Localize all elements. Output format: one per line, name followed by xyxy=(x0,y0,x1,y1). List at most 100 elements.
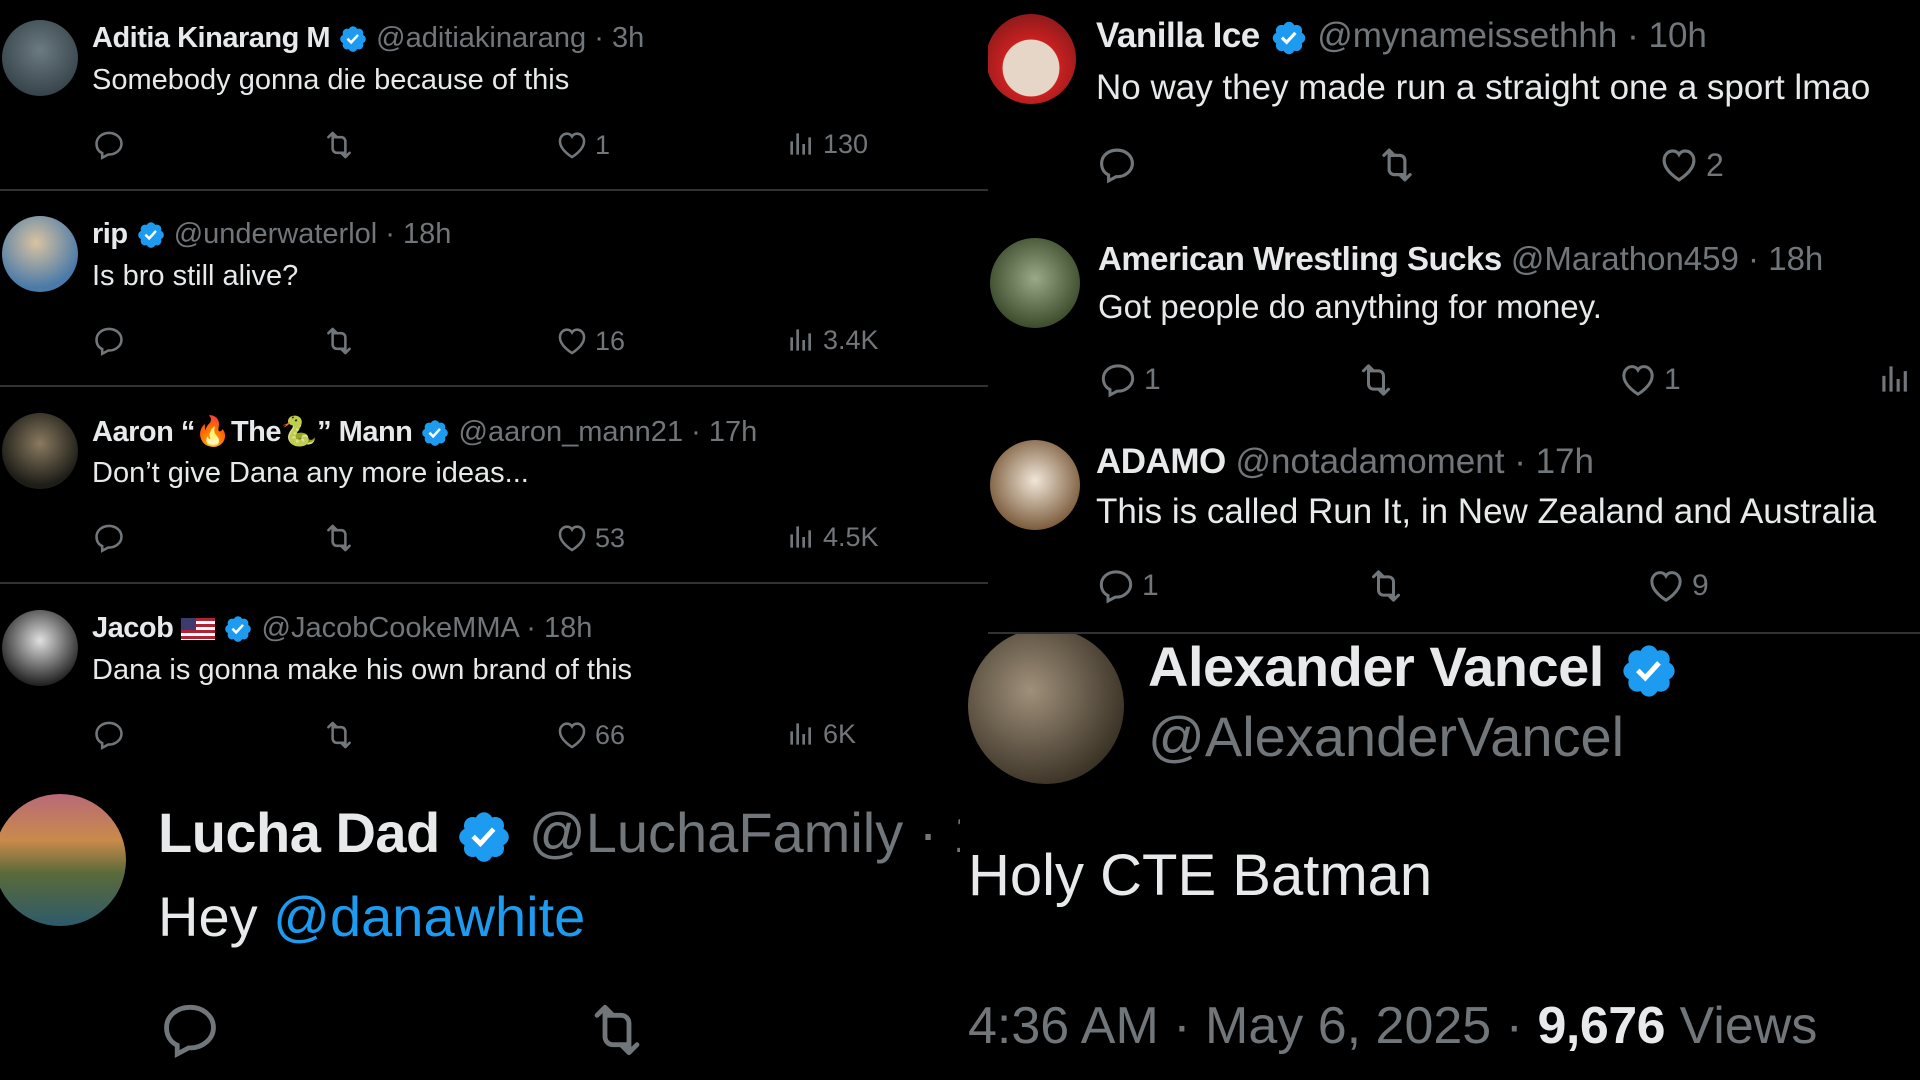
divider xyxy=(0,385,990,387)
reply-count: 1 xyxy=(1144,363,1161,396)
like-button[interactable]: 1 xyxy=(555,128,610,162)
display-name[interactable]: Vanilla Ice xyxy=(1096,16,1260,55)
like-icon xyxy=(1658,144,1700,186)
tweet-vanilla-ice[interactable]: Vanilla Ice @mynameissethhh · 10h No way… xyxy=(988,0,1920,215)
like-button[interactable]: 53 xyxy=(555,521,625,555)
avatar[interactable] xyxy=(2,610,78,686)
handle[interactable]: @notadamoment xyxy=(1235,442,1504,481)
avatar[interactable] xyxy=(0,794,126,926)
avatar[interactable] xyxy=(2,216,78,292)
tweet-text: Got people do anything for money. xyxy=(1098,288,1602,325)
retweet-button[interactable] xyxy=(1356,360,1396,400)
reply-count: 1 xyxy=(1142,569,1159,602)
avatar[interactable] xyxy=(2,20,78,96)
reply-button[interactable] xyxy=(92,521,126,555)
display-name[interactable]: American Wrestling Sucks xyxy=(1098,240,1502,277)
like-button[interactable]: 66 xyxy=(555,718,625,752)
like-button[interactable]: 16 xyxy=(555,324,625,358)
avatar[interactable] xyxy=(988,14,1076,104)
retweet-icon xyxy=(1366,566,1406,606)
timestamp[interactable]: 18h xyxy=(1768,240,1823,277)
display-name[interactable]: Jacob xyxy=(92,612,174,644)
tweet-adamo[interactable]: ADAMO @notadamoment · 17h This is called… xyxy=(988,430,1920,630)
handle[interactable]: @underwaterlol xyxy=(174,218,378,250)
tweet-aditia[interactable]: Aditia Kinarang M @aditiakinarang · 3h S… xyxy=(0,0,990,190)
display-name[interactable]: rip xyxy=(92,218,128,250)
display-name[interactable]: Aditia Kinarang M xyxy=(92,22,331,54)
retweet-button[interactable] xyxy=(1366,566,1406,606)
vancel-tweet-panel[interactable]: Alexander Vancel @AlexanderVancel Holy C… xyxy=(960,634,1920,1080)
reply-button[interactable]: 1 xyxy=(1098,360,1161,400)
display-name[interactable]: ADAMO xyxy=(1096,442,1226,481)
avatar[interactable] xyxy=(968,634,1124,784)
timestamp[interactable]: 3h xyxy=(612,22,644,54)
display-name[interactable]: Alexander Vancel xyxy=(1148,635,1604,698)
retweet-icon xyxy=(1376,144,1418,186)
handle[interactable]: @aditiakinarang xyxy=(376,22,586,54)
tweet-text: Hey xyxy=(158,885,274,948)
tweet-text: No way they made run a straight one a sp… xyxy=(1096,68,1871,107)
avatar[interactable] xyxy=(990,238,1080,328)
divider xyxy=(0,582,990,584)
snake-emoji-icon: 🐍 xyxy=(281,416,318,448)
view-count: 4.5K xyxy=(823,521,879,552)
tweet-aaron[interactable]: Aaron “🔥The🐍” Mann @aaron_mann21 · 17h D… xyxy=(0,393,990,583)
reply-button[interactable] xyxy=(1096,144,1138,186)
tweet-american-wrestling-sucks[interactable]: American Wrestling Sucks @Marathon459 · … xyxy=(988,228,1920,428)
handle[interactable]: @mynameissethhh xyxy=(1317,16,1617,55)
reply-button[interactable] xyxy=(92,324,126,358)
handle[interactable]: @aaron_mann21 xyxy=(459,416,684,448)
timestamp[interactable]: 17h xyxy=(1536,442,1594,481)
reply-icon xyxy=(92,324,126,358)
verified-badge-icon xyxy=(1619,641,1679,701)
reply-icon xyxy=(92,718,126,752)
display-name[interactable]: Lucha Dad xyxy=(158,801,440,864)
views-button[interactable]: 4.5K xyxy=(785,521,879,553)
tweet-rip[interactable]: rip @underwaterlol · 18h Is bro still al… xyxy=(0,196,990,386)
reply-icon xyxy=(92,128,126,162)
handle[interactable]: @LuchaFamily xyxy=(529,801,903,864)
avatar[interactable] xyxy=(990,440,1080,530)
mention-link[interactable]: @danawhite xyxy=(273,885,585,948)
reply-button[interactable] xyxy=(158,998,222,1062)
avatar[interactable] xyxy=(2,413,78,489)
left-panel: Aditia Kinarang M @aditiakinarang · 3h S… xyxy=(0,0,990,790)
like-button[interactable]: 9 xyxy=(1646,566,1709,606)
retweet-button[interactable] xyxy=(322,128,356,162)
like-button[interactable]: 2 xyxy=(1658,144,1724,186)
views-button[interactable]: 3.4K xyxy=(785,324,879,356)
views-button[interactable] xyxy=(1876,360,1914,398)
display-name-mid[interactable]: The xyxy=(231,416,282,448)
retweet-button[interactable] xyxy=(1376,144,1418,186)
retweet-button[interactable] xyxy=(585,998,649,1062)
retweet-button[interactable] xyxy=(322,521,356,555)
timestamp[interactable]: 18h xyxy=(403,218,451,250)
timestamp[interactable]: 10h xyxy=(1648,16,1706,55)
display-name-prefix[interactable]: Aaron “ xyxy=(92,416,195,448)
handle[interactable]: @AlexanderVancel xyxy=(1148,704,1624,769)
tweet-text: Dana is gonna make his own brand of this xyxy=(92,654,633,686)
lucha-tweet-panel[interactable]: Lucha Dad @LuchaFamily · 1: Hey @danawhi… xyxy=(0,780,968,1080)
display-name-suffix[interactable]: ” Mann xyxy=(317,416,413,448)
like-button[interactable]: 1 xyxy=(1618,360,1681,400)
views-button[interactable]: 6K xyxy=(785,718,856,750)
timestamp[interactable]: 18h xyxy=(544,612,592,644)
reply-button[interactable]: 1 xyxy=(1096,566,1159,606)
tweet-jacob[interactable]: Jacob @JacobCookeMMA · 18h Dana is gonna… xyxy=(0,590,990,780)
retweet-button[interactable] xyxy=(322,718,356,752)
tweet-time[interactable]: 4:36 AM xyxy=(968,997,1159,1055)
view-count: 3.4K xyxy=(823,324,879,355)
verified-badge-icon xyxy=(455,808,513,866)
handle[interactable]: @JacobCookeMMA xyxy=(262,612,519,644)
like-count: 66 xyxy=(595,719,626,750)
tweet-text: Holy CTE Batman xyxy=(968,843,1433,908)
timestamp[interactable]: 17h xyxy=(709,416,757,448)
tweet-text: This is called Run It, in New Zealand an… xyxy=(1096,492,1877,531)
tweet-date[interactable]: May 6, 2025 xyxy=(1205,997,1491,1055)
retweet-button[interactable] xyxy=(322,324,356,358)
reply-button[interactable] xyxy=(92,718,126,752)
handle[interactable]: @Marathon459 xyxy=(1511,240,1739,277)
views-button[interactable]: 130 xyxy=(785,128,868,160)
tweet-meta: 4:36 AM · May 6, 2025 · 9,676 Views xyxy=(968,997,1818,1055)
reply-button[interactable] xyxy=(92,128,126,162)
